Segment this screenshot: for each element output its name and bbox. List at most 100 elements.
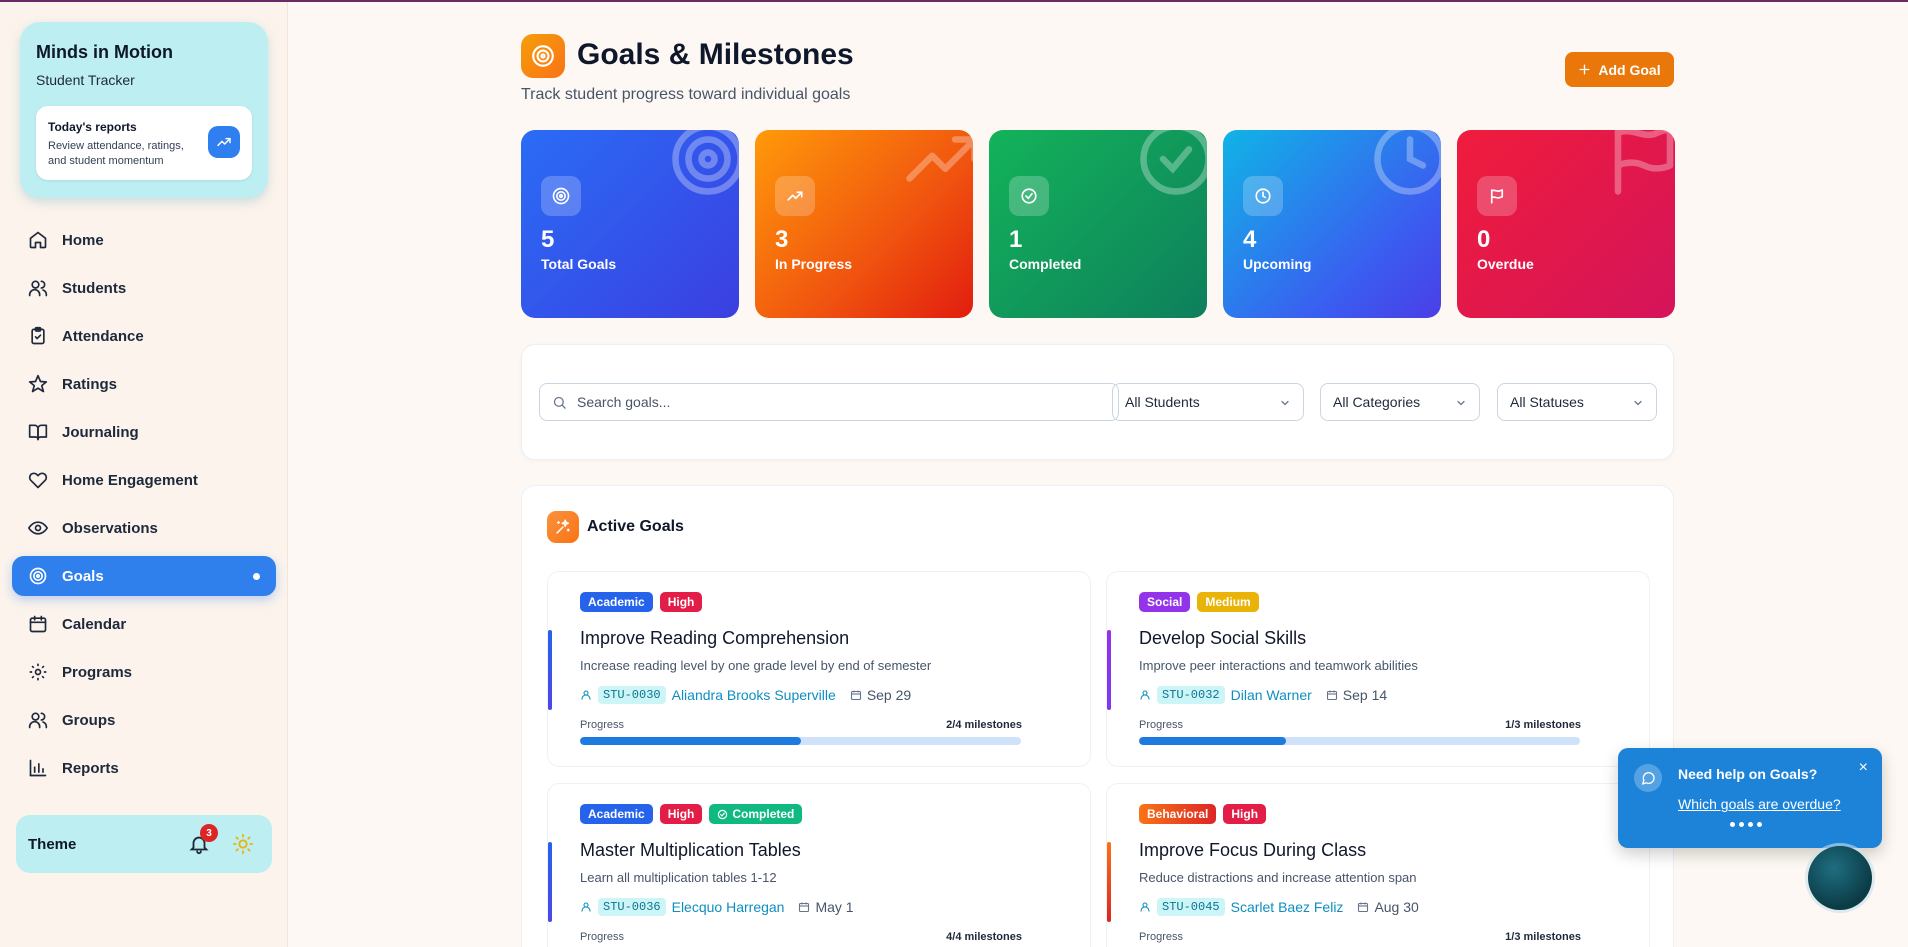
milestones-count: 1/3 milestones	[1505, 931, 1581, 943]
goal-card-accent	[1107, 842, 1111, 922]
sparkles-icon	[556, 519, 570, 534]
category-tag: Academic	[580, 804, 653, 824]
sidebar-item-label: Programs	[62, 663, 133, 681]
add-goal-button[interactable]: Add Goal	[1565, 52, 1674, 87]
sidebar: Minds in Motion Student Tracker Today's …	[0, 2, 288, 947]
stat-icon-box	[541, 176, 581, 216]
goal-card-accent	[548, 630, 552, 710]
sidebar-item-label: Goals	[62, 567, 104, 585]
calendar-icon	[1358, 902, 1369, 913]
goal-date-text: May 1	[815, 899, 854, 915]
flag-icon	[1614, 130, 1674, 195]
stat-value: 0	[1477, 226, 1491, 253]
user-icon	[1140, 902, 1150, 912]
page-subtitle: Track student progress toward individual…	[521, 86, 851, 103]
goal-card[interactable]: Social Medium Develop Social Skills Impr…	[1106, 571, 1650, 767]
active-indicator-dot	[253, 573, 260, 580]
students-select[interactable]: All Students	[1112, 383, 1304, 421]
sidebar-item-goals[interactable]: Goals	[12, 556, 276, 596]
flag-icon	[1490, 189, 1504, 204]
goal-description: Reduce distractions and increase attenti…	[1139, 870, 1417, 885]
goal-card[interactable]: Academic High Completed Master Multiplic…	[547, 783, 1091, 947]
statuses-select-value: All Statuses	[1510, 394, 1584, 410]
sidebar-item-groups[interactable]: Groups	[12, 700, 276, 740]
goal-meta: STU-0045 Scarlet Baez Feliz Aug 30	[1139, 898, 1419, 916]
student-name-link[interactable]: Aliandra Brooks Superville	[672, 687, 836, 703]
active-goals-panel: Active Goals Academic High Improve Readi…	[521, 485, 1674, 947]
sidebar-item-label: Home Engagement	[62, 471, 198, 489]
theme-panel: Theme 3	[16, 815, 272, 873]
progress-label: Progress	[1139, 719, 1184, 731]
search-icon	[553, 396, 566, 409]
page-title: Goals & Milestones	[577, 38, 854, 71]
user-icon	[581, 902, 591, 912]
check-circle-icon	[1140, 130, 1207, 195]
gear-icon	[29, 663, 47, 681]
categories-select-value: All Categories	[1333, 394, 1421, 410]
target-icon	[552, 187, 570, 205]
sidebar-item-label: Home	[62, 231, 104, 249]
add-goal-label: Add Goal	[1598, 61, 1661, 78]
goal-description: Improve peer interactions and teamwork a…	[1139, 658, 1418, 673]
goal-meta: STU-0032 Dilan Warner Sep 14	[1139, 686, 1387, 704]
heart-icon	[28, 472, 48, 489]
sidebar-item-calendar[interactable]: Calendar	[12, 604, 276, 644]
open-reports-button[interactable]	[208, 126, 240, 158]
theme-label: Theme	[28, 836, 77, 853]
student-name-link[interactable]: Elecquo Harregan	[672, 899, 785, 915]
bar-chart-icon	[29, 759, 47, 777]
sidebar-item-home[interactable]: Home	[12, 220, 276, 260]
sidebar-item-home-engagement[interactable]: Home Engagement	[12, 460, 276, 500]
students-select-value: All Students	[1125, 394, 1200, 410]
goal-card[interactable]: Behavioral High Improve Focus During Cla…	[1106, 783, 1650, 947]
goal-date-text: Aug 30	[1374, 899, 1419, 915]
student-id: STU-0045	[1157, 898, 1225, 916]
sidebar-item-attendance[interactable]: Attendance	[12, 316, 276, 356]
check-circle-icon	[718, 809, 728, 819]
stat-label: Completed	[1009, 256, 1082, 272]
stat-value: 5	[541, 226, 555, 253]
goal-card-accent	[548, 842, 552, 922]
goal-card[interactable]: Academic High Improve Reading Comprehens…	[547, 571, 1091, 767]
goal-description: Learn all multiplication tables 1-12	[580, 870, 777, 885]
student-name-link[interactable]: Scarlet Baez Feliz	[1231, 899, 1344, 915]
close-icon[interactable]: ×	[1859, 760, 1868, 776]
sidebar-item-ratings[interactable]: Ratings	[12, 364, 276, 404]
sidebar-item-programs[interactable]: Programs	[12, 652, 276, 692]
milestones-count: 4/4 milestones	[946, 931, 1022, 943]
todays-reports-card[interactable]: Today's reports Review attendance, ratin…	[36, 106, 252, 180]
sidebar-item-label: Groups	[62, 711, 116, 729]
users-icon	[28, 280, 48, 297]
user-icon	[1140, 690, 1150, 700]
sidebar-item-reports[interactable]: Reports	[12, 748, 276, 788]
progress-bar	[1139, 737, 1580, 745]
category-tag: Social	[1139, 592, 1191, 612]
sidebar-item-label: Students	[62, 279, 127, 297]
stat-label: In Progress	[775, 256, 853, 272]
calendar-icon	[1326, 690, 1337, 701]
sidebar-item-journaling[interactable]: Journaling	[12, 412, 276, 452]
statuses-select[interactable]: All Statuses	[1497, 383, 1657, 421]
stat-label: Total Goals	[541, 256, 617, 272]
category-tag: Behavioral	[1139, 804, 1217, 824]
sidebar-item-students[interactable]: Students	[12, 268, 276, 308]
stat-card-completed: 1 Completed	[989, 130, 1207, 318]
student-name-link[interactable]: Dilan Warner	[1231, 687, 1312, 703]
sidebar-item-label: Calendar	[62, 615, 127, 633]
student-id: STU-0030	[598, 686, 666, 704]
student-id: STU-0036	[598, 898, 666, 916]
sidebar-nav: Home Students Attendance Ratings Journal…	[12, 220, 276, 796]
category-tag: Academic	[580, 592, 653, 612]
sun-icon[interactable]	[232, 833, 254, 855]
users-icon	[28, 712, 48, 729]
goal-title: Master Multiplication Tables	[580, 840, 801, 860]
user-icon	[581, 690, 591, 700]
assistant-avatar[interactable]	[1808, 846, 1872, 910]
categories-select[interactable]: All Categories	[1320, 383, 1480, 421]
help-suggestion-link[interactable]: Which goals are overdue?	[1678, 796, 1841, 812]
search-input[interactable]: Search goals...	[539, 383, 1119, 421]
progress-bar	[580, 737, 1021, 745]
goals-header-icon	[521, 34, 565, 78]
sidebar-item-observations[interactable]: Observations	[12, 508, 276, 548]
progress-label: Progress	[580, 931, 625, 943]
